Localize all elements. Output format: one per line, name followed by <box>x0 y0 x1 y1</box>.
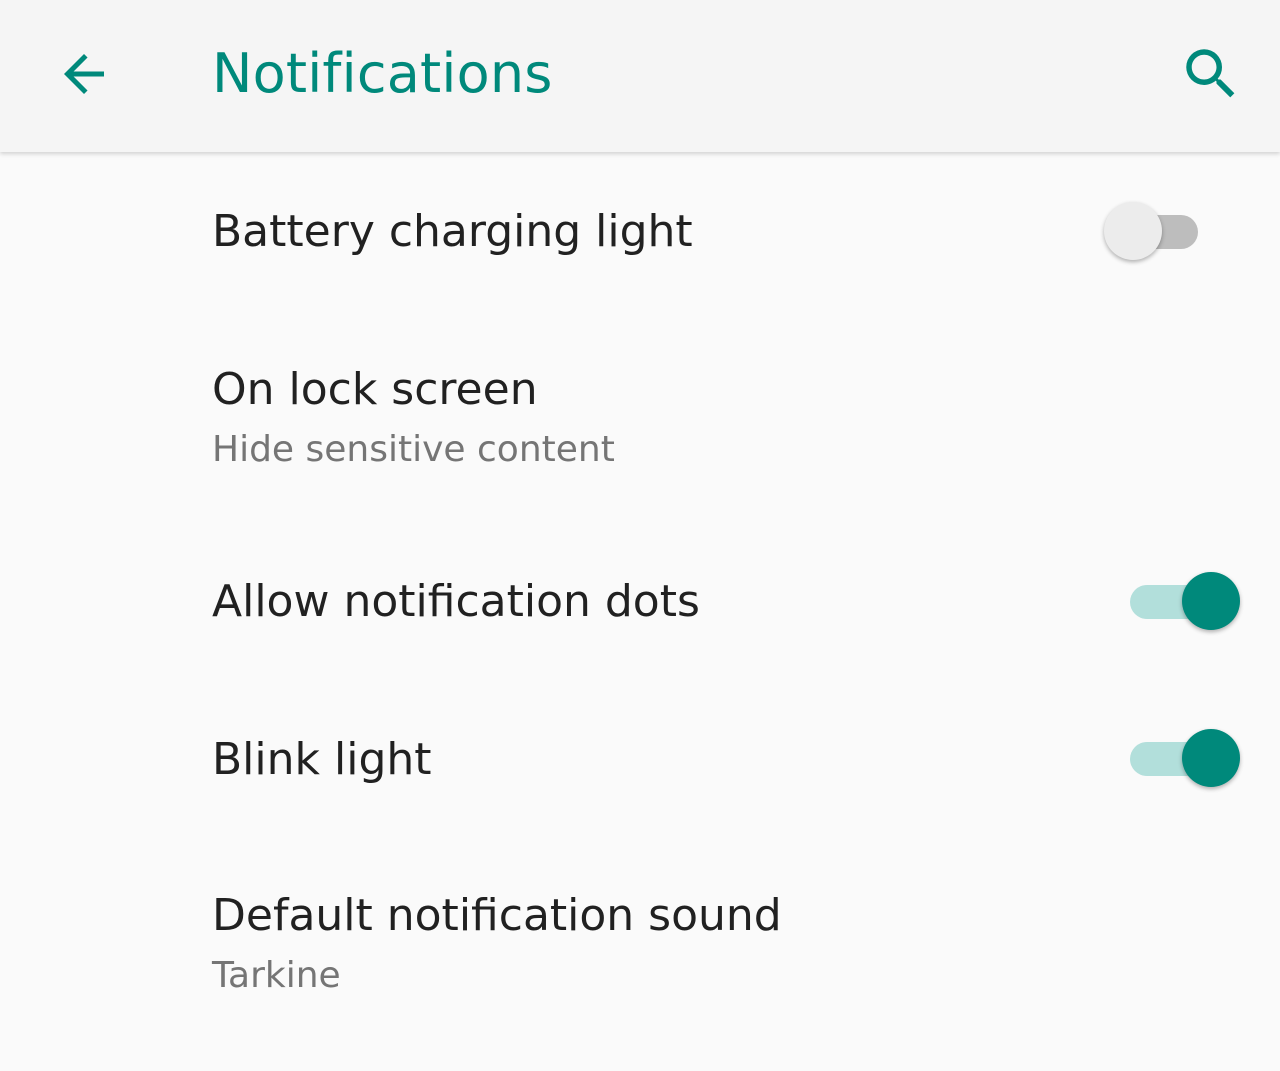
setting-allow-notification-dots[interactable]: Allow notification dots <box>0 524 1280 680</box>
switch-thumb <box>1182 572 1240 630</box>
setting-default-notification-sound[interactable]: Default notification sound Tarkine <box>0 838 1280 1052</box>
setting-title: Battery charging light <box>212 206 693 257</box>
search-icon <box>1186 49 1235 98</box>
arrow-left-icon <box>64 54 104 94</box>
battery-charging-light-toggle[interactable] <box>1104 199 1204 263</box>
switch-thumb <box>1104 202 1162 260</box>
back-button[interactable] <box>42 32 126 116</box>
setting-on-lock-screen[interactable]: On lock screen Hide sensitive content <box>0 310 1280 524</box>
page-title: Notifications <box>212 42 553 105</box>
blink-light-toggle[interactable] <box>1124 726 1240 790</box>
setting-battery-charging-light[interactable]: Battery charging light <box>0 154 1280 310</box>
setting-summary: Hide sensitive content <box>212 429 615 470</box>
switch-thumb <box>1182 729 1240 787</box>
search-button[interactable] <box>1166 32 1256 116</box>
setting-title: Allow notification dots <box>212 576 700 627</box>
setting-title: Blink light <box>212 734 432 785</box>
setting-blink-light[interactable]: Blink light <box>0 680 1280 838</box>
app-bar: Notifications <box>0 0 1280 152</box>
notification-dots-toggle[interactable] <box>1124 569 1240 633</box>
setting-summary: Tarkine <box>212 955 341 996</box>
setting-title: Default notification sound <box>212 890 782 941</box>
setting-title: On lock screen <box>212 364 538 415</box>
